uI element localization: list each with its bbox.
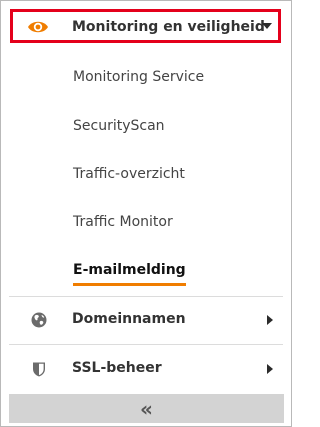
menu-item-label: SSL-beheer <box>72 360 162 376</box>
double-chevron-left-icon: « <box>140 396 153 421</box>
divider <box>9 344 283 345</box>
chevron-right-icon <box>267 364 273 374</box>
eye-icon <box>27 19 49 35</box>
chevron-right-icon <box>267 315 273 325</box>
shield-icon <box>31 361 47 377</box>
submenu-item-traffic-monitor[interactable]: Traffic Monitor <box>73 214 173 230</box>
menu-item-ssl-beheer[interactable]: SSL-beheer <box>1 349 291 389</box>
collapse-sidebar-button[interactable]: « <box>9 394 284 423</box>
submenu-item-e-mailmelding[interactable]: E-mailmelding <box>73 262 186 286</box>
chevron-down-icon <box>262 23 272 29</box>
submenu-item-traffic-overzicht[interactable]: Traffic-overzicht <box>73 166 185 182</box>
submenu-item-label: E-mailmelding <box>73 262 186 278</box>
section-title: Monitoring en veiligheid <box>72 19 265 35</box>
active-underline <box>73 283 186 286</box>
globe-icon <box>31 312 47 328</box>
navigation-panel: Monitoring en veiligheid Monitoring Serv… <box>0 0 292 427</box>
submenu-item-monitoring-service[interactable]: Monitoring Service <box>73 69 204 85</box>
menu-item-label: Domeinnamen <box>72 311 186 327</box>
divider <box>9 296 283 297</box>
menu-item-domeinnamen[interactable]: Domeinnamen <box>1 300 291 340</box>
submenu-item-securityscan[interactable]: SecurityScan <box>73 118 165 134</box>
section-monitoring-en-veiligheid[interactable]: Monitoring en veiligheid <box>10 9 281 43</box>
